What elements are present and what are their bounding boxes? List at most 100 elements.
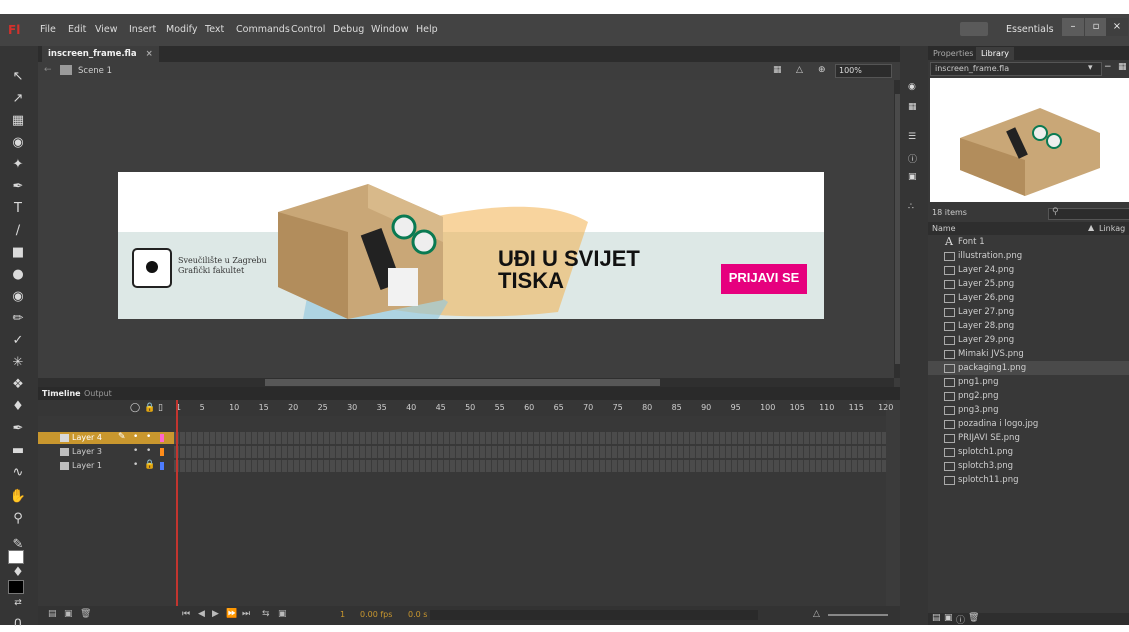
library-search-input[interactable]: ⚲ xyxy=(1048,207,1129,220)
tab-timeline[interactable]: Timeline xyxy=(42,389,81,398)
center-stage-icon[interactable]: ⊕ xyxy=(818,65,826,75)
delete-layer-icon[interactable]: 🗑 xyxy=(80,609,91,619)
stroke-color-swatch[interactable] xyxy=(8,550,24,564)
library-item[interactable]: packaging1.png xyxy=(928,361,1129,375)
3d-rotation-tool-icon[interactable]: ◉ xyxy=(8,134,28,152)
library-item[interactable]: pozadina i logo.jpg xyxy=(928,417,1129,431)
layer-frames[interactable] xyxy=(174,446,886,458)
frame-zoom-slider[interactable] xyxy=(828,614,888,616)
library-item[interactable]: Layer 25.png xyxy=(928,277,1129,291)
frame-ruler[interactable]: 1 5 10 15 20 25 30 35 40 45 50 55 60 65 70 75 80 85 90 95 10… xyxy=(174,400,893,416)
show-hide-all-icon[interactable]: ◯ xyxy=(130,403,140,413)
menu-view[interactable]: View xyxy=(95,24,118,35)
color-panel-icon[interactable]: ◉ xyxy=(908,82,916,92)
last-frame-icon[interactable]: ⏭ xyxy=(242,609,250,619)
zoom-dropdown[interactable]: 100% xyxy=(835,64,892,78)
loop-icon[interactable]: ⇆ xyxy=(262,609,270,619)
deco-tool-icon[interactable]: ✳ xyxy=(8,354,28,372)
library-item[interactable]: Layer 29.png xyxy=(928,333,1129,347)
align-panel-icon[interactable]: ☰ xyxy=(908,132,916,142)
rectangle-tool-icon[interactable]: ■ xyxy=(8,244,28,262)
library-item[interactable]: png2.png xyxy=(928,389,1129,403)
timeline-horizontal-scrollbar[interactable] xyxy=(430,610,758,620)
library-item[interactable]: Mimaki JVS.png xyxy=(928,347,1129,361)
tab-library[interactable]: Library xyxy=(976,47,1014,60)
scene-breadcrumb[interactable]: Scene 1 xyxy=(78,66,112,76)
library-item[interactable]: PRIJAVI SE.png xyxy=(928,431,1129,445)
layer-name[interactable]: Layer 4 xyxy=(72,433,102,442)
layer-frames[interactable] xyxy=(174,432,886,444)
menu-commands[interactable]: Commands xyxy=(236,24,290,35)
lock-all-icon[interactable]: 🔒 xyxy=(144,403,155,413)
eyedropper-tool-icon[interactable]: ✒ xyxy=(8,420,28,438)
layer-row[interactable]: Layer 1 • 🔒 xyxy=(38,460,886,472)
library-item[interactable]: illustration.png xyxy=(928,249,1129,263)
library-item[interactable]: Layer 24.png xyxy=(928,263,1129,277)
width-tool-icon[interactable]: ∿ xyxy=(8,464,28,482)
elapsed-time[interactable]: 0.0 s xyxy=(408,610,427,619)
column-name[interactable]: Name xyxy=(932,224,956,233)
new-symbol-icon[interactable]: ▤ xyxy=(932,613,941,623)
lock-dot[interactable]: • xyxy=(146,432,151,442)
paint-bucket-tool-icon[interactable]: ♦ xyxy=(8,398,28,416)
tab-properties[interactable]: Properties xyxy=(928,47,978,60)
chevron-down-icon[interactable]: ▾ xyxy=(1088,63,1093,73)
menu-control[interactable]: Control xyxy=(291,24,325,35)
polystar-tool-icon[interactable]: ◉ xyxy=(8,288,28,306)
pin-icon[interactable]: − xyxy=(1104,62,1112,72)
restore-button[interactable]: ▫ xyxy=(1085,18,1107,36)
subselection-tool-icon[interactable]: ↗ xyxy=(8,90,28,108)
tab-output[interactable]: Output xyxy=(84,389,112,398)
library-document-dropdown[interactable]: inscreen_frame.fla xyxy=(930,62,1102,76)
lock-dot[interactable]: • xyxy=(146,446,151,456)
snap-magnet-icon[interactable]: ∩ xyxy=(8,614,28,632)
stage-horizontal-scrollbar[interactable] xyxy=(38,378,894,387)
info-panel-icon[interactable]: ⓘ xyxy=(908,152,917,165)
visibility-dot[interactable]: • xyxy=(133,432,138,442)
layer-outline-color[interactable] xyxy=(160,462,164,470)
column-linkage[interactable]: Linkag xyxy=(1099,224,1125,233)
text-tool-icon[interactable]: T xyxy=(8,200,28,218)
new-folder-icon[interactable]: ▣ xyxy=(944,613,953,623)
document-tab[interactable]: inscreen_frame.fla × xyxy=(42,46,159,62)
prev-frame-icon[interactable]: ◀ xyxy=(198,609,205,619)
delete-icon[interactable]: 🗑 xyxy=(968,613,979,623)
components-panel-icon[interactable]: ∴ xyxy=(908,202,914,212)
next-frame-icon[interactable]: ⏩ xyxy=(226,609,237,619)
line-tool-icon[interactable]: ∕ xyxy=(8,222,28,240)
stage-horizontal-scroll-thumb[interactable] xyxy=(265,379,660,386)
edit-symbols-icon[interactable]: △ xyxy=(796,65,803,75)
layer-row[interactable]: Layer 4 ✎ • • xyxy=(38,432,886,444)
minimize-button[interactable]: – xyxy=(1062,18,1084,36)
transform-panel-icon[interactable]: ▣ xyxy=(908,172,917,182)
lock-icon[interactable]: 🔒 xyxy=(144,460,155,470)
eraser-tool-icon[interactable]: ▬ xyxy=(8,442,28,460)
menu-insert[interactable]: Insert xyxy=(129,24,156,35)
layer-row[interactable]: Layer 3 • • xyxy=(38,446,886,458)
lasso-tool-icon[interactable]: ✦ xyxy=(8,156,28,174)
cta-button[interactable]: PRIJAVI SE xyxy=(721,270,807,285)
hand-tool-icon[interactable]: ✋ xyxy=(8,488,28,506)
current-frame[interactable]: 1 xyxy=(340,610,345,619)
free-transform-tool-icon[interactable]: ▦ xyxy=(8,112,28,130)
library-item[interactable]: splotch11.png xyxy=(928,473,1129,487)
document-tab-close-icon[interactable]: × xyxy=(146,49,153,59)
swatches-panel-icon[interactable]: ▦ xyxy=(908,102,917,112)
library-item[interactable]: splotch3.png xyxy=(928,459,1129,473)
layer-outline-color[interactable] xyxy=(160,434,164,442)
zoom-tool-icon[interactable]: ⚲ xyxy=(8,510,28,528)
properties-icon[interactable]: ⓘ xyxy=(956,613,965,626)
new-folder-icon[interactable]: ▣ xyxy=(64,609,73,619)
workspace-switcher[interactable]: Essentials xyxy=(1006,24,1054,35)
library-item[interactable]: A Font 1 xyxy=(928,235,1129,249)
back-arrow-icon[interactable]: ← xyxy=(44,65,52,75)
selection-tool-icon[interactable]: ↖ xyxy=(8,68,28,86)
play-icon[interactable]: ▶ xyxy=(212,609,219,619)
library-item[interactable]: Layer 28.png xyxy=(928,319,1129,333)
pen-tool-icon[interactable]: ✒ xyxy=(8,178,28,196)
pencil-tool-icon[interactable]: ✏ xyxy=(8,310,28,328)
frame-rate[interactable]: 0.00 fps xyxy=(360,610,392,619)
menu-modify[interactable]: Modify xyxy=(166,24,197,35)
menu-file[interactable]: File xyxy=(40,24,56,35)
onion-skin-icon[interactable]: ▣ xyxy=(278,609,287,619)
